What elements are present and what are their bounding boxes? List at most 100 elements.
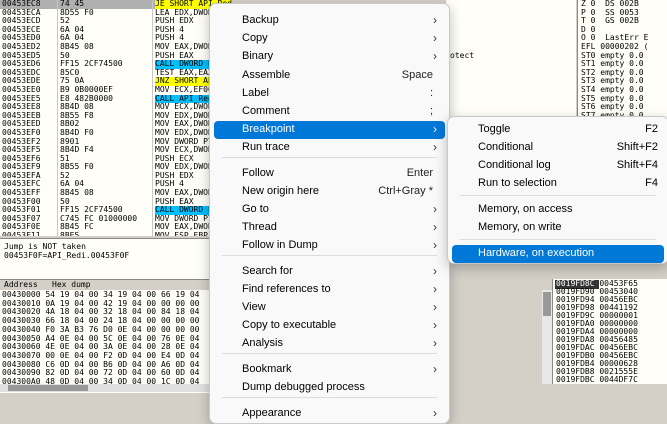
menu-item-label: Comment <box>242 105 290 117</box>
menu-item-binary[interactable]: Binary › <box>214 48 445 66</box>
menu-item-copy[interactable]: Copy › <box>214 30 445 48</box>
submenu-item-label: Run to selection <box>478 177 557 189</box>
submenu-item-label: Memory, on access <box>478 203 573 215</box>
menu-item-label: Run trace <box>242 141 290 153</box>
menu-item-label: Breakpoint <box>242 123 295 135</box>
submenu-item-shortcut: F2 <box>645 123 658 135</box>
menu-item-shortcut: : <box>429 87 433 99</box>
address-cell: 00453F11 <box>2 231 41 236</box>
submenu-item-toggle[interactable]: Toggle F2 <box>452 121 664 139</box>
menu-item-label: Find references to <box>242 283 331 295</box>
submenu-item-conditional[interactable]: Conditional Shift+F2 <box>452 139 664 157</box>
menu-item-follow-in-dump[interactable]: Follow in Dump › <box>214 237 445 255</box>
dump-rows: 00430000 54 19 04 00 34 19 04 00 66 19 0… <box>2 290 199 384</box>
menu-item-backup[interactable]: Backup › <box>214 12 445 30</box>
chevron-right-icon: › <box>433 264 437 278</box>
stack-scrollbar[interactable] <box>542 290 552 384</box>
menu-item-shortcut: Space <box>401 69 433 81</box>
menu-separator <box>222 255 437 256</box>
dump-horizontal-scrollbar[interactable] <box>0 384 210 392</box>
hex-cell: 8B45 08 <box>60 188 94 198</box>
menu-item-bookmark[interactable]: Bookmark › <box>214 361 445 379</box>
menu-item-thread[interactable]: Thread › <box>214 219 445 237</box>
context-menu: Backup › Copy › Binary › Assemble Space Label: Co… <box>209 3 450 424</box>
chevron-right-icon: › <box>433 202 437 216</box>
menu-item-label: Bookmark <box>242 363 292 375</box>
hex-cell: 8B4D F4 <box>60 145 94 155</box>
menu-item-label: View <box>242 301 266 313</box>
menu-item-label: Analysis <box>242 337 283 349</box>
scrollbar-thumb[interactable] <box>543 292 551 316</box>
menu-item-breakpoint[interactable]: Breakpoint › <box>214 121 445 139</box>
menu-item-new-origin-here[interactable]: New origin here Ctrl+Gray * <box>214 183 445 201</box>
menu-item-run-trace[interactable]: Run trace › <box>214 139 445 157</box>
chevron-right-icon: › <box>433 238 437 252</box>
scrollbar-thumb[interactable] <box>8 385 88 391</box>
hex-cell: 8B45 08 <box>60 41 94 51</box>
menu-item-label: Copy <box>242 32 268 44</box>
chevron-right-icon: › <box>433 282 437 296</box>
menu-item-label: New origin here <box>242 185 320 197</box>
menu-item-view[interactable]: View › <box>214 299 445 317</box>
submenu-item-label: Hardware, on execution <box>478 247 595 259</box>
chevron-right-icon: › <box>433 122 437 136</box>
chevron-right-icon: › <box>433 49 437 63</box>
stack-value: 0044DF7C <box>594 375 638 384</box>
submenu-item-shortcut: Shift+F4 <box>616 159 658 171</box>
chevron-right-icon: › <box>433 220 437 234</box>
submenu-item-label: Memory, on write <box>478 221 562 233</box>
menu-item-label: Follow <box>242 167 274 179</box>
submenu-item-label: Toggle <box>478 123 511 135</box>
breakpoint-submenu: Toggle F2 Conditional Shift+F2 Conditional l… <box>447 116 667 264</box>
register-lines: Z 0 DS 002B P 0 SS 0053 T 0 GS 002B D 0O 0 … <box>581 0 648 118</box>
menu-item-label: Binary <box>242 50 274 62</box>
submenu-item-memory-on-write[interactable]: Memory, on write <box>452 219 664 237</box>
submenu-item-hardware-on-execution[interactable]: Hardware, on execution <box>452 245 664 263</box>
menu-item-find-references-to[interactable]: Find references to › <box>214 281 445 299</box>
menu-item-label: Follow in Dump <box>242 239 318 251</box>
column-divider <box>57 0 58 236</box>
column-divider <box>152 0 153 236</box>
stack-rows: 0019FD8C 00453F65 0019FD90 00453040 0019FD… <box>556 279 638 384</box>
menu-item-label: Thread <box>242 221 277 233</box>
stack-pane[interactable]: 0019FD8C 00453F65 0019FD90 00453040 0019FD… <box>552 279 667 384</box>
memory-dump-pane[interactable]: 00430000 54 19 04 00 34 19 04 00 66 19 0… <box>0 290 210 384</box>
menu-item-label: Copy to executable <box>242 319 337 331</box>
dump-address-header[interactable]: Address <box>4 280 38 290</box>
menu-item-label: Search for <box>242 265 293 277</box>
menu-separator <box>460 195 656 196</box>
chevron-right-icon: › <box>433 406 437 420</box>
menu-item-label: Dump debugged process <box>242 381 365 393</box>
comment-text: otect <box>450 51 475 60</box>
stack-row[interactable]: 0019FDBC 0044DF7C <box>556 375 638 384</box>
dump-hex-header[interactable]: Hex dump <box>52 280 91 290</box>
menu-item-assemble[interactable]: Assemble Space <box>214 67 445 85</box>
hex-column: 74 45 8D55 F0 52 6A 04 6A 04 8B45 08 50 FF15 2C… <box>60 0 137 236</box>
menu-item-appearance[interactable]: Appearance › <box>214 405 445 423</box>
menu-item-comment[interactable]: Comment; <box>214 103 445 121</box>
menu-item-copy-to-executable[interactable]: Copy to executable › <box>214 317 445 335</box>
cpu-disassembly-pane[interactable]: 00453EC8 00453ECA 00453ECD 00453ECE 00453ED0… <box>0 0 232 236</box>
menu-item-search-for[interactable]: Search for › <box>214 263 445 281</box>
menu-item-analysis[interactable]: Analysis › <box>214 335 445 353</box>
submenu-item-shortcut: F4 <box>645 177 658 189</box>
submenu-item-conditional-log[interactable]: Conditional log Shift+F4 <box>452 157 664 175</box>
submenu-item-memory-on-access[interactable]: Memory, on access <box>452 201 664 219</box>
chevron-right-icon: › <box>433 31 437 45</box>
menu-separator <box>222 353 437 354</box>
registers-pane[interactable]: Z 0 DS 002B P 0 SS 0053 T 0 GS 002B D 0O 0 … <box>577 0 667 118</box>
chevron-right-icon: › <box>433 336 437 350</box>
menu-item-go-to[interactable]: Go to › <box>214 201 445 219</box>
jump-target: 00453F0F=API_Redi.00453F0F <box>4 251 130 260</box>
menu-separator <box>222 157 437 158</box>
menu-item-label: Backup <box>242 14 279 26</box>
menu-item-follow[interactable]: Follow Enter <box>214 165 445 183</box>
chevron-right-icon: › <box>433 140 437 154</box>
menu-item-label[interactable]: Label: <box>214 85 445 103</box>
address-column: 00453EC8 00453ECA 00453ECD 00453ECE 00453ED0… <box>2 0 41 236</box>
submenu-item-run-to-selection[interactable]: Run to selection F4 <box>452 175 664 193</box>
hex-cell: 8BE5 <box>60 231 80 236</box>
menu-item-shortcut: Ctrl+Gray * <box>378 185 433 197</box>
menu-item-dump-debugged-process[interactable]: Dump debugged process <box>214 379 445 397</box>
chevron-right-icon: › <box>433 300 437 314</box>
